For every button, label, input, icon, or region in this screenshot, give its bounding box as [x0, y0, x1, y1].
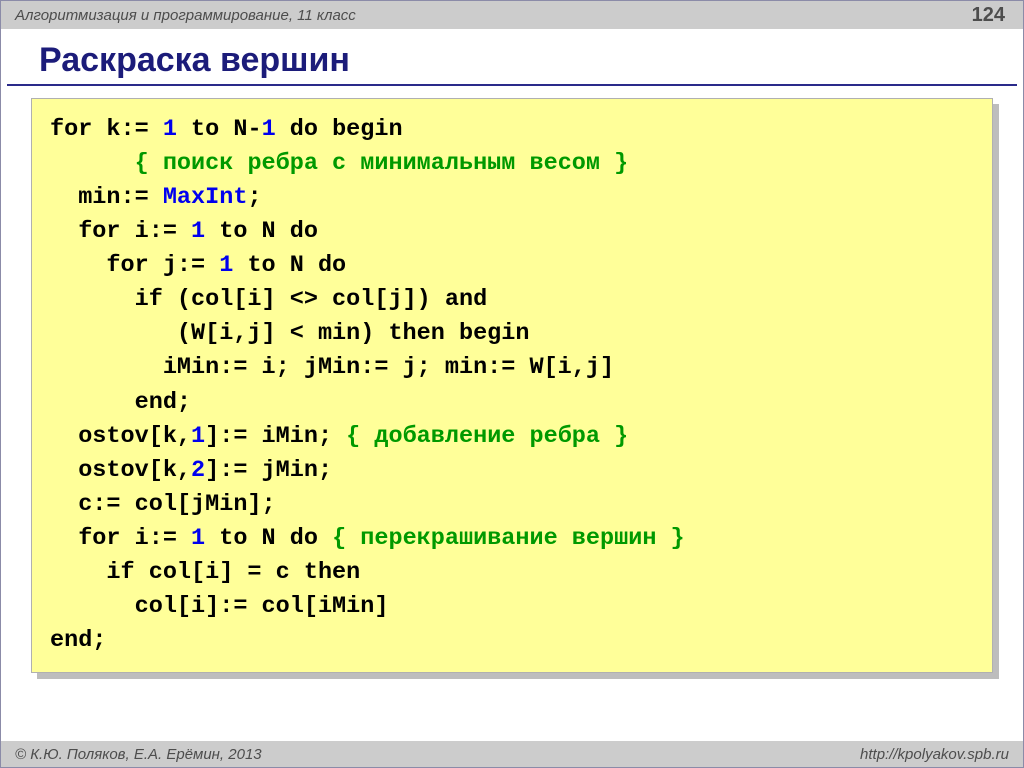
slide-title: Раскраска вершин [7, 29, 1017, 86]
slide: Алгоритмизация и программирование, 11 кл… [0, 0, 1024, 768]
top-bar: Алгоритмизация и программирование, 11 кл… [1, 1, 1023, 29]
page-number: 124 [972, 4, 1005, 27]
copyright-label: © К.Ю. Поляков, Е.А. Ерёмин, 2013 [15, 746, 262, 763]
subject-label: Алгоритмизация и программирование, 11 кл… [15, 7, 356, 24]
code-content: for k:= 1 to N-1 do begin { поиск ребра … [31, 98, 993, 673]
code-block: for k:= 1 to N-1 do begin { поиск ребра … [31, 98, 993, 673]
footer: © К.Ю. Поляков, Е.А. Ерёмин, 2013 http:/… [1, 741, 1023, 767]
url-label: http://kpolyakov.spb.ru [860, 746, 1009, 763]
